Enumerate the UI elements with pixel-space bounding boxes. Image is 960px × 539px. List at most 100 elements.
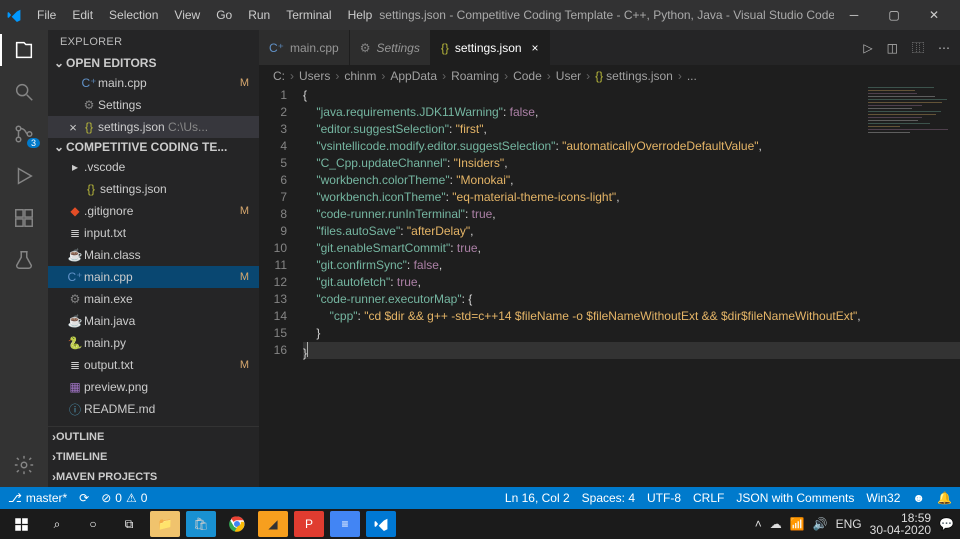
- menu-run[interactable]: Run: [241, 4, 277, 26]
- sidebar: EXPLORER ⌄OPEN EDITORS C⁺main.cppM⚙Setti…: [48, 30, 259, 487]
- open-editor-item[interactable]: C⁺main.cppM: [48, 72, 259, 94]
- close-icon[interactable]: ×: [66, 120, 80, 135]
- file-item[interactable]: ☕Main.java: [48, 310, 259, 332]
- status-language[interactable]: JSON with Comments: [736, 491, 854, 505]
- gear-icon: ⚙: [80, 98, 98, 112]
- txt-icon: ≣: [66, 358, 84, 372]
- tray-volume-icon[interactable]: 🔊: [813, 517, 828, 531]
- minimize-button[interactable]: ─: [834, 0, 874, 30]
- file-item[interactable]: ◆.gitignoreM: [48, 200, 259, 222]
- file-item[interactable]: ☕Main.class: [48, 244, 259, 266]
- status-feedback-icon[interactable]: ☻: [912, 491, 925, 505]
- open-editor-item[interactable]: ×{}settings.json C:\Us...: [48, 116, 259, 138]
- wps-app-icon[interactable]: P: [294, 511, 324, 537]
- tray-notifications-icon[interactable]: 💬: [939, 517, 954, 531]
- file-item[interactable]: ≣output.txtM: [48, 354, 259, 376]
- breadcrumb-item[interactable]: AppData: [390, 69, 437, 83]
- menu-help[interactable]: Help: [341, 4, 380, 26]
- breadcrumb-item[interactable]: Roaming: [451, 69, 499, 83]
- section-outline[interactable]: › OUTLINE: [48, 427, 259, 447]
- file-item[interactable]: ⚙main.exe: [48, 288, 259, 310]
- scm-badge: 3: [27, 138, 40, 148]
- explorer-icon[interactable]: [12, 38, 36, 62]
- start-button[interactable]: [6, 511, 36, 537]
- file-item[interactable]: {}settings.json: [48, 178, 259, 200]
- menu-file[interactable]: File: [30, 4, 63, 26]
- tab[interactable]: {}settings.json×: [431, 30, 550, 65]
- testing-icon[interactable]: [12, 248, 36, 272]
- breadcrumb-item[interactable]: Code: [513, 69, 542, 83]
- status-branch[interactable]: ⎇ master*: [8, 491, 67, 505]
- vscode-logo-icon: [6, 7, 22, 23]
- tab[interactable]: C⁺main.cpp: [259, 30, 350, 65]
- tab[interactable]: ⚙Settings: [350, 30, 431, 65]
- menu-go[interactable]: Go: [209, 4, 239, 26]
- close-button[interactable]: ✕: [914, 0, 954, 30]
- workspace-header[interactable]: ⌄COMPETITIVE CODING TE...: [48, 138, 259, 156]
- chrome-app-icon[interactable]: [222, 511, 252, 537]
- status-bell-icon[interactable]: 🔔: [937, 491, 952, 505]
- store-app-icon[interactable]: 🛍: [186, 511, 216, 537]
- breadcrumb-item[interactable]: chinm: [344, 69, 376, 83]
- status-line[interactable]: Ln 16, Col 2: [505, 491, 570, 505]
- docs-app-icon[interactable]: ≡: [330, 511, 360, 537]
- breadcrumbs[interactable]: C:›Users›chinm›AppData›Roaming›Code›User…: [259, 65, 960, 87]
- file-item[interactable]: ▦preview.png: [48, 376, 259, 398]
- file-item[interactable]: C⁺main.cppM: [48, 266, 259, 288]
- status-eol[interactable]: CRLF: [693, 491, 724, 505]
- tray-chevron-icon[interactable]: ˄: [755, 517, 762, 531]
- taskbar-search-icon[interactable]: ⌕: [42, 511, 72, 537]
- task-view-icon[interactable]: ⧉: [114, 511, 144, 537]
- status-spaces[interactable]: Spaces: 4: [582, 491, 635, 505]
- status-problems[interactable]: ⊘ 0 ⚠ 0: [101, 491, 147, 505]
- sublime-app-icon[interactable]: ◢: [258, 511, 288, 537]
- breadcrumb-item[interactable]: C:: [273, 69, 285, 83]
- menu-selection[interactable]: Selection: [102, 4, 165, 26]
- minimap[interactable]: [868, 87, 948, 187]
- json-icon: {}: [82, 182, 100, 196]
- json-icon: {}: [80, 120, 98, 134]
- close-icon[interactable]: ×: [532, 41, 539, 55]
- tray-wifi-icon[interactable]: 📶: [790, 517, 805, 531]
- ignore-icon: ◆: [66, 204, 84, 218]
- menu-view[interactable]: View: [167, 4, 207, 26]
- cortana-icon[interactable]: ○: [78, 511, 108, 537]
- exe-icon: ⚙: [66, 292, 84, 306]
- activitybar: 3: [0, 30, 48, 487]
- vscode-app-icon[interactable]: [366, 511, 396, 537]
- explorer-app-icon[interactable]: 📁: [150, 511, 180, 537]
- menu-edit[interactable]: Edit: [65, 4, 100, 26]
- layout-icon[interactable]: ⿲: [912, 39, 924, 56]
- run-debug-icon[interactable]: [12, 164, 36, 188]
- breadcrumb-item[interactable]: User: [556, 69, 581, 83]
- search-icon[interactable]: [12, 80, 36, 104]
- settings-gear-icon[interactable]: [12, 453, 36, 477]
- run-icon[interactable]: ▷: [863, 41, 872, 55]
- split-editor-icon[interactable]: ◫: [887, 41, 898, 55]
- more-icon[interactable]: ⋯: [938, 41, 950, 55]
- open-editor-item[interactable]: ⚙Settings: [48, 94, 259, 116]
- breadcrumb-item[interactable]: ...: [687, 69, 697, 83]
- code-content[interactable]: { "java.requirements.JDK11Warning": fals…: [303, 87, 960, 487]
- menu-terminal[interactable]: Terminal: [279, 4, 338, 26]
- section-timeline[interactable]: › TIMELINE: [48, 447, 259, 467]
- file-item[interactable]: ⓘREADME.md: [48, 398, 259, 420]
- maximize-button[interactable]: ▢: [874, 0, 914, 30]
- breadcrumb-item[interactable]: Users: [299, 69, 330, 83]
- file-item[interactable]: ▸.vscode: [48, 156, 259, 178]
- status-encoding[interactable]: UTF-8: [647, 491, 681, 505]
- extensions-icon[interactable]: [12, 206, 36, 230]
- tray-cloud-icon[interactable]: ☁: [770, 517, 782, 531]
- breadcrumb-item[interactable]: {}settings.json: [595, 69, 673, 83]
- tabs: C⁺main.cpp⚙Settings{}settings.json× ▷ ◫ …: [259, 30, 960, 65]
- status-sync[interactable]: ⟳: [79, 491, 89, 505]
- tray-language[interactable]: ENG: [836, 517, 862, 531]
- cpp-icon: C⁺: [66, 270, 84, 284]
- status-os[interactable]: Win32: [866, 491, 900, 505]
- source-control-icon[interactable]: 3: [12, 122, 36, 146]
- section-maven projects[interactable]: › MAVEN PROJECTS: [48, 467, 259, 487]
- file-item[interactable]: ≣input.txt: [48, 222, 259, 244]
- open-editors-header[interactable]: ⌄OPEN EDITORS: [48, 54, 259, 72]
- tray-clock[interactable]: 18:5930-04-2020: [870, 512, 931, 536]
- file-item[interactable]: 🐍main.py: [48, 332, 259, 354]
